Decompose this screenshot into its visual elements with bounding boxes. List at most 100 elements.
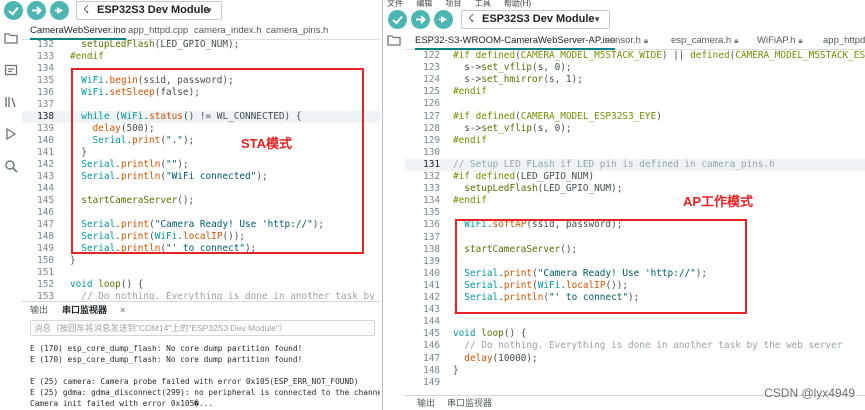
lock-icon: 🔒︎: [734, 36, 739, 45]
tab-wifiap-h[interactable]: WiFiAP.h 🔒︎: [757, 32, 803, 50]
line-number: 128: [423, 122, 440, 134]
code-line[interactable]: 147 delay(10000);: [405, 353, 865, 365]
right-tab-bar: ESP32-S3-WROOM-CameraWebServer-AP.ino se…: [405, 32, 865, 50]
tab-camera-pins[interactable]: camera_pins.h: [266, 22, 328, 40]
code-line[interactable]: 133 setupLedFlash(LED_GPIO_NUM);: [405, 183, 865, 195]
code-line[interactable]: 151: [22, 267, 380, 279]
code-line[interactable]: 123 s->set_vflip(s, 0);: [405, 62, 865, 74]
code-line[interactable]: 132 #if defined(LED_GPIO_NUM): [405, 171, 865, 183]
folder-icon[interactable]: [386, 32, 402, 48]
tab-output[interactable]: 输出: [30, 302, 48, 318]
close-icon[interactable]: ×: [120, 302, 125, 318]
tab-label: app_httpd.cpp: [128, 25, 189, 36]
arrow-right-icon: [416, 15, 426, 24]
debug-button[interactable]: [434, 10, 453, 29]
line-number: 146: [423, 340, 440, 352]
code-line[interactable]: 130: [405, 147, 865, 159]
serial-message-input[interactable]: 消息（按回车将消息发送到"COM14"上的"ESP32S3 Dev Module…: [30, 320, 375, 336]
line-number: 136: [37, 87, 54, 98]
serial-output-line: E (25) gdma: gdma_disconnect(299): no pe…: [30, 388, 380, 397]
tab-app-httpd[interactable]: app_httpd.cpp: [128, 22, 188, 40]
code-line[interactable]: 124 s->set_hmirror(s, 1);: [405, 74, 865, 86]
tab-app-httpd[interactable]: app_httpd: [823, 32, 865, 50]
tab-label: app_httpd: [823, 35, 865, 46]
code-line[interactable]: 122 #if defined(CAMERA_MODEL_M5STACK_WIDE…: [405, 50, 865, 62]
code-line[interactable]: 128 s->set_vflip(s, 0);: [405, 123, 865, 135]
line-text: s->set_vflip(s, 0);: [453, 122, 572, 134]
tab-serial-monitor[interactable]: 串口监视器: [62, 302, 107, 318]
board-selector[interactable]: ☇ ESP32S3 Dev Module ▼: [461, 10, 610, 29]
menu-edit[interactable]: 编辑: [416, 0, 432, 8]
code-line[interactable]: 134 #endif: [405, 195, 865, 207]
code-line[interactable]: 132 setupLedFlash(LED_GPIO_NUM);: [22, 39, 380, 51]
line-number: 135: [37, 75, 54, 86]
line-text: // Setup LED FLash if LED pin is defined…: [453, 158, 775, 170]
menu-file[interactable]: 文件: [387, 0, 403, 8]
line-text: s->set_vflip(s, 0);: [453, 62, 572, 74]
code-line[interactable]: 127 #if defined(CAMERA_MODEL_ESP32S3_EYE): [405, 111, 865, 123]
tab-output[interactable]: 输出: [417, 395, 435, 410]
board-selector[interactable]: ☇ ESP32S3 Dev Module ▼: [76, 1, 222, 20]
code-line[interactable]: 148}: [405, 365, 865, 377]
upload-button[interactable]: [27, 1, 46, 20]
tab-esp32-ap-ino[interactable]: ESP32-S3-WROOM-CameraWebServer-AP.ino: [415, 32, 616, 50]
verify-button[interactable]: [4, 1, 23, 20]
line-number: 142: [37, 159, 54, 170]
verify-button[interactable]: [388, 10, 407, 29]
search-icon[interactable]: [3, 158, 19, 174]
menu-tools[interactable]: 工具: [475, 0, 491, 8]
right-toolbar: ☇ ESP32S3 Dev Module ▼: [383, 9, 865, 31]
tab-sensor-h[interactable]: sensor.h 🔒︎: [605, 32, 648, 50]
line-number: 147: [423, 352, 440, 364]
line-number: 124: [423, 74, 440, 86]
tab-esp-camera-h[interactable]: esp_camera.h 🔒︎: [671, 32, 738, 50]
check-icon: [8, 6, 19, 16]
code-line[interactable]: 152 void loop() {: [22, 279, 380, 291]
code-line[interactable]: 144: [405, 316, 865, 328]
line-number: 126: [423, 98, 440, 110]
line-text: #endif: [453, 195, 487, 207]
sta-mode-annotation: STA模式: [241, 136, 293, 151]
line-number: 134: [37, 63, 54, 74]
lock-icon: 🔒︎: [643, 36, 649, 45]
tab-serial-monitor[interactable]: 串口监视器: [447, 395, 492, 410]
line-text: setupLedFlash(LED_GPIO_NUM);: [81, 39, 240, 50]
debug-panel-icon[interactable]: [3, 126, 19, 142]
upload-button[interactable]: [411, 10, 430, 29]
menu-help[interactable]: 帮助(H): [504, 0, 531, 8]
watermark: CSDN @lyx4949: [764, 386, 855, 400]
code-line[interactable]: 150}: [22, 255, 380, 267]
line-text: }: [453, 364, 459, 376]
line-number: 131: [423, 158, 440, 170]
menu-sketch[interactable]: 项目: [445, 0, 461, 8]
code-line[interactable]: 126: [405, 98, 865, 110]
boards-manager-icon[interactable]: [3, 62, 19, 78]
line-number: 143: [37, 171, 54, 182]
tab-label: ESP32-S3-WROOM-CameraWebServer-AP.ino: [415, 35, 616, 46]
library-icon[interactable]: [3, 94, 19, 110]
folder-icon[interactable]: [3, 30, 19, 46]
line-number: 122: [423, 50, 440, 61]
code-line[interactable]: 135: [405, 207, 865, 219]
code-line[interactable]: 125 #endif: [405, 86, 865, 98]
line-number: 135: [423, 207, 440, 219]
code-line[interactable]: 133 #endif: [22, 51, 380, 63]
tab-camerawebserver[interactable]: CameraWebServer.ino: [30, 22, 126, 40]
tab-label: CameraWebServer.ino: [30, 25, 126, 36]
line-number: 123: [423, 62, 440, 74]
line-number: 149: [423, 376, 440, 388]
tab-label: WiFiAP.h: [757, 35, 796, 46]
code-line[interactable]: 129 #endif: [405, 135, 865, 147]
code-line[interactable]: 145 void loop() {: [405, 328, 865, 340]
code-line[interactable]: 153 // Do nothing. Everything is done in…: [22, 291, 380, 300]
line-number: 137: [37, 99, 54, 110]
line-text: s->set_hmirror(s, 1);: [453, 74, 583, 86]
debug-button[interactable]: [50, 1, 69, 20]
code-line[interactable]: 131 // Setup LED FLash if LED pin is defi…: [405, 158, 865, 171]
line-number: 151: [37, 267, 54, 278]
tab-camera-index[interactable]: camera_index.h: [194, 22, 262, 40]
line-number: 141: [423, 279, 440, 291]
code-line[interactable]: 146 // Do nothing. Everything is done in…: [405, 340, 865, 352]
line-number: 145: [37, 195, 54, 206]
line-number: 140: [423, 267, 440, 279]
